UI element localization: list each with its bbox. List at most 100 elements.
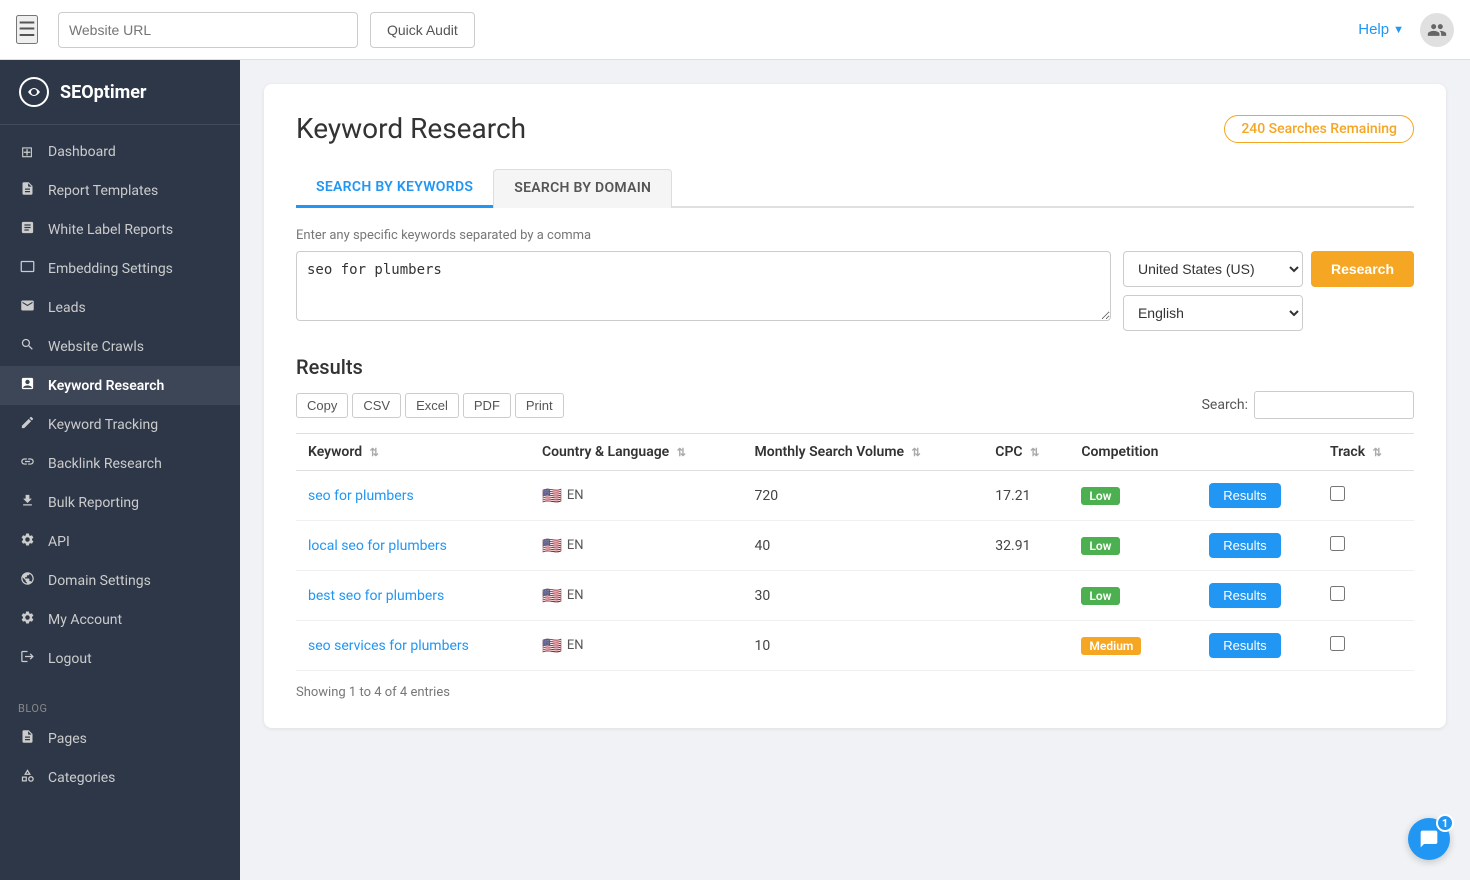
sidebar-blog-section: Blog Pages Categories (0, 686, 240, 805)
sidebar-item-label: Domain Settings (48, 573, 151, 589)
backlink-icon (18, 454, 36, 473)
sort-icon[interactable]: ⇅ (677, 446, 686, 459)
sidebar-item-backlink-research[interactable]: Backlink Research (0, 444, 240, 483)
chevron-down-icon: ▼ (1393, 24, 1404, 36)
cell-cpc: 32.91 (983, 521, 1069, 571)
chat-bubble[interactable]: 1 (1408, 818, 1450, 860)
keyword-link[interactable]: seo for plumbers (308, 488, 414, 504)
sidebar-item-label: Dashboard (48, 144, 116, 160)
tab-search-by-domain[interactable]: SEARCH BY DOMAIN (493, 169, 672, 208)
sidebar-item-report-templates[interactable]: Report Templates (0, 171, 240, 210)
flag-icon: 🇺🇸 (542, 586, 562, 605)
showing-entries-text: Showing 1 to 4 of 4 entries (296, 685, 1414, 700)
col-monthly-search-volume: Monthly Search Volume ⇅ (743, 434, 984, 471)
table-search-input[interactable] (1254, 391, 1414, 419)
cell-country-language: 🇺🇸 EN (530, 621, 743, 671)
sidebar-item-embedding-settings[interactable]: Embedding Settings (0, 249, 240, 288)
cell-cpc (983, 621, 1069, 671)
my-account-icon (18, 610, 36, 629)
sidebar-item-website-crawls[interactable]: Website Crawls (0, 327, 240, 366)
sidebar-item-domain-settings[interactable]: Domain Settings (0, 561, 240, 600)
user-avatar[interactable] (1420, 13, 1454, 47)
results-button[interactable]: Results (1209, 483, 1280, 508)
sidebar-item-label: My Account (48, 612, 122, 628)
language-code: EN (567, 638, 584, 653)
results-button[interactable]: Results (1209, 583, 1280, 608)
cell-volume: 10 (743, 621, 984, 671)
sidebar-item-keyword-tracking[interactable]: Keyword Tracking (0, 405, 240, 444)
cell-competition: Low (1069, 471, 1197, 521)
cell-results-btn: Results (1197, 521, 1318, 571)
track-checkbox[interactable] (1330, 536, 1345, 551)
export-copy-button[interactable]: Copy (296, 393, 348, 418)
sort-icon[interactable]: ⇅ (370, 446, 379, 459)
sort-icon[interactable]: ⇅ (912, 446, 921, 459)
blog-section-label: Blog (0, 694, 240, 719)
search-label: Search: (1202, 397, 1248, 413)
main-content: Keyword Research 240 Searches Remaining … (240, 60, 1470, 880)
cell-country-language: 🇺🇸 EN (530, 521, 743, 571)
col-results-action (1197, 434, 1318, 471)
competition-badge: Low (1081, 587, 1119, 605)
sidebar-item-label: Keyword Tracking (48, 417, 158, 433)
bulk-reporting-icon (18, 493, 36, 512)
export-print-button[interactable]: Print (515, 393, 564, 418)
sidebar-item-dashboard[interactable]: ⊞ Dashboard (0, 133, 240, 171)
sidebar-item-api[interactable]: API (0, 522, 240, 561)
sidebar-item-label: Pages (48, 731, 87, 747)
export-pdf-button[interactable]: PDF (463, 393, 511, 418)
keyword-link[interactable]: local seo for plumbers (308, 538, 447, 554)
sidebar-item-label: Bulk Reporting (48, 495, 139, 511)
research-row: United States (US) United Kingdom (GB) C… (1123, 251, 1414, 287)
results-button[interactable]: Results (1209, 533, 1280, 558)
cell-competition: Low (1069, 521, 1197, 571)
cell-track (1318, 471, 1414, 521)
sidebar-item-pages[interactable]: Pages (0, 719, 240, 758)
keyword-input[interactable]: seo for plumbers (296, 251, 1111, 321)
sidebar: SEOptimer ⊞ Dashboard Report Templates W… (0, 60, 240, 880)
website-crawls-icon (18, 337, 36, 356)
language-code: EN (567, 488, 584, 503)
sidebar-item-bulk-reporting[interactable]: Bulk Reporting (0, 483, 240, 522)
keyword-link[interactable]: seo services for plumbers (308, 638, 469, 654)
export-excel-button[interactable]: Excel (405, 393, 459, 418)
competition-badge: Low (1081, 537, 1119, 555)
table-header-row: Keyword ⇅ Country & Language ⇅ Monthly S… (296, 434, 1414, 471)
tab-search-by-keywords[interactable]: SEARCH BY KEYWORDS (296, 169, 493, 208)
export-toolbar: Copy CSV Excel PDF Print Search: (296, 391, 1414, 419)
track-checkbox[interactable] (1330, 586, 1345, 601)
sort-icon[interactable]: ⇅ (1373, 446, 1382, 459)
results-table: Keyword ⇅ Country & Language ⇅ Monthly S… (296, 433, 1414, 671)
help-button[interactable]: Help ▼ (1358, 21, 1404, 38)
sidebar-logo: SEOptimer (0, 60, 240, 125)
api-icon (18, 532, 36, 551)
track-checkbox[interactable] (1330, 636, 1345, 651)
cell-track (1318, 571, 1414, 621)
sidebar-nav: ⊞ Dashboard Report Templates White Label… (0, 125, 240, 686)
website-url-input[interactable] (58, 12, 358, 48)
table-row: seo for plumbers 🇺🇸 EN 720 17.21 Low Res… (296, 471, 1414, 521)
sidebar-item-logout[interactable]: Logout (0, 639, 240, 678)
country-select[interactable]: United States (US) United Kingdom (GB) C… (1123, 251, 1303, 287)
sidebar-item-white-label-reports[interactable]: White Label Reports (0, 210, 240, 249)
hamburger-menu[interactable]: ☰ (16, 15, 38, 44)
sidebar-item-categories[interactable]: Categories (0, 758, 240, 797)
cell-competition: Low (1069, 571, 1197, 621)
sidebar-item-keyword-research[interactable]: Keyword Research (0, 366, 240, 405)
sidebar-item-my-account[interactable]: My Account (0, 600, 240, 639)
sort-icon[interactable]: ⇅ (1030, 446, 1039, 459)
cell-keyword: best seo for plumbers (296, 571, 530, 621)
research-button[interactable]: Research (1311, 251, 1414, 287)
cell-results-btn: Results (1197, 571, 1318, 621)
language-select[interactable]: English Spanish French German (1123, 295, 1303, 331)
keyword-link[interactable]: best seo for plumbers (308, 588, 444, 604)
dashboard-icon: ⊞ (18, 143, 36, 161)
search-tabs: SEARCH BY KEYWORDS SEARCH BY DOMAIN (296, 169, 1414, 208)
track-checkbox[interactable] (1330, 486, 1345, 501)
quick-audit-button[interactable]: Quick Audit (370, 12, 475, 48)
sidebar-item-leads[interactable]: Leads (0, 288, 240, 327)
results-button[interactable]: Results (1209, 633, 1280, 658)
export-csv-button[interactable]: CSV (352, 393, 401, 418)
flag-icon: 🇺🇸 (542, 536, 562, 555)
sidebar-item-label: Embedding Settings (48, 261, 173, 277)
